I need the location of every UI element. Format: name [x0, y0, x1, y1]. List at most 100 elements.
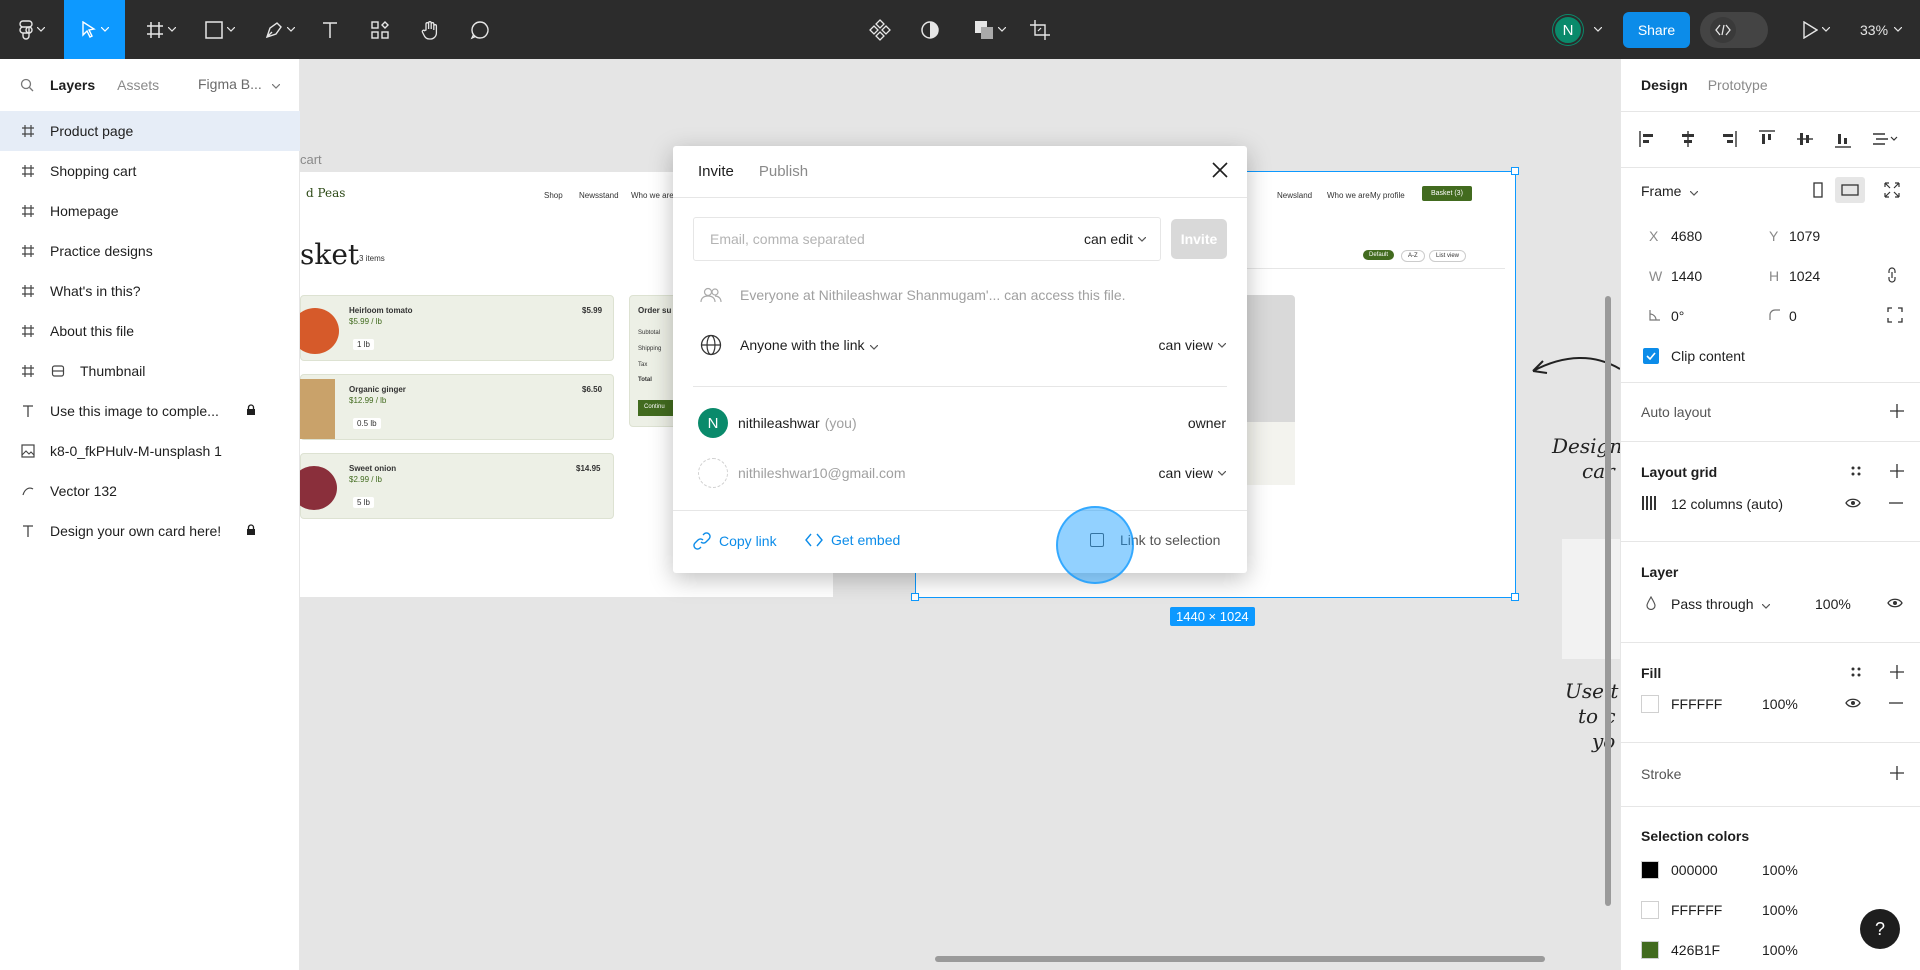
color-hex[interactable]: 000000 — [1671, 862, 1718, 878]
share-button[interactable]: Share — [1623, 12, 1690, 48]
invite-button[interactable]: Invite — [1171, 219, 1227, 259]
frame-type-select[interactable]: Frame — [1641, 183, 1699, 199]
text-tool-button[interactable] — [316, 0, 344, 59]
clip-content-checkbox[interactable] — [1643, 348, 1659, 364]
close-icon[interactable] — [1211, 161, 1229, 183]
link-to-selection-checkbox[interactable] — [1090, 533, 1104, 547]
independent-corners-icon[interactable] — [1887, 306, 1903, 326]
color-swatch[interactable] — [1641, 861, 1659, 879]
frame-tool-button[interactable] — [138, 0, 184, 59]
clip-content-row[interactable]: Clip content — [1621, 341, 1920, 371]
crop-button[interactable] — [1026, 0, 1054, 59]
layer-thumbnail[interactable]: Thumbnail — [0, 351, 300, 391]
portrait-icon[interactable] — [1807, 179, 1829, 201]
width-input[interactable]: 1440 — [1671, 268, 1702, 284]
landscape-icon[interactable] — [1835, 177, 1865, 203]
align-left-icon[interactable] — [1639, 131, 1657, 147]
distribute-icon[interactable] — [1873, 131, 1899, 147]
color-opacity[interactable]: 100% — [1762, 902, 1798, 918]
tab-assets[interactable]: Assets — [117, 77, 159, 93]
page-selector[interactable]: Figma B... — [198, 76, 281, 92]
resize-handle[interactable] — [911, 593, 919, 601]
lock-icon[interactable] — [246, 403, 256, 419]
layout-grid-row[interactable]: 12 columns (auto) — [1621, 489, 1920, 519]
lock-icon[interactable] — [246, 523, 256, 539]
link-permission-select[interactable]: can view — [1159, 337, 1226, 353]
pen-tool-button[interactable] — [257, 0, 303, 59]
mask-button[interactable] — [916, 0, 944, 59]
canvas-card-image[interactable] — [1562, 539, 1620, 659]
present-button[interactable] — [1796, 0, 1836, 59]
color-hex[interactable]: FFFFFF — [1671, 902, 1722, 918]
align-top-icon[interactable] — [1759, 130, 1775, 148]
add-stroke-icon[interactable] — [1887, 763, 1907, 783]
horizontal-scrollbar[interactable] — [935, 956, 1545, 962]
current-user-avatar[interactable]: N — [1553, 15, 1583, 45]
color-swatch[interactable] — [1641, 901, 1659, 919]
selection-color-row[interactable]: 000000 100% — [1621, 855, 1920, 885]
fill-styles-icon[interactable] — [1846, 662, 1866, 682]
boolean-ops-button[interactable] — [968, 0, 1012, 59]
resize-to-fit-icon[interactable] — [1881, 179, 1903, 201]
layer-unsplash-image[interactable]: k8-0_fkPHulv-M-unsplash 1 — [0, 431, 300, 471]
resize-handle[interactable] — [1511, 167, 1519, 175]
dev-mode-toggle[interactable] — [1700, 12, 1768, 48]
constrain-proportions-icon[interactable] — [1887, 266, 1897, 286]
user-permission-select[interactable]: can view — [1159, 465, 1226, 481]
layer-whats-in-this[interactable]: What's in this? — [0, 271, 300, 311]
align-vertical-center-icon[interactable] — [1797, 130, 1813, 148]
eye-icon[interactable] — [1845, 696, 1861, 712]
corner-radius-input[interactable]: 0 — [1789, 308, 1797, 324]
email-input[interactable] — [695, 219, 1065, 259]
layer-use-this-image[interactable]: Use this image to comple... — [0, 391, 300, 431]
move-tool-button[interactable] — [64, 0, 125, 59]
help-button[interactable]: ? — [1860, 909, 1900, 949]
multiplayer-menu-button[interactable] — [1590, 0, 1606, 59]
layer-product-page[interactable]: Product page — [0, 111, 300, 151]
color-hex[interactable]: 426B1F — [1671, 942, 1720, 958]
eye-icon[interactable] — [1887, 596, 1903, 612]
link-access-select[interactable]: Anyone with the link — [740, 337, 878, 353]
fill-hex-input[interactable]: FFFFFF — [1671, 696, 1722, 712]
add-auto-layout-icon[interactable] — [1887, 401, 1907, 421]
height-input[interactable]: 1024 — [1789, 268, 1820, 284]
blend-mode-select[interactable]: Pass through — [1671, 596, 1771, 612]
invite-permission-select[interactable]: can edit — [1084, 231, 1146, 247]
link-to-selection-toggle[interactable]: Link to selection — [1090, 532, 1220, 548]
add-fill-icon[interactable] — [1887, 662, 1907, 682]
hand-tool-button[interactable] — [416, 0, 444, 59]
resources-tool-button[interactable] — [366, 0, 394, 59]
tab-publish[interactable]: Publish — [759, 163, 808, 180]
color-opacity[interactable]: 100% — [1762, 862, 1798, 878]
color-opacity[interactable]: 100% — [1762, 942, 1798, 958]
tab-prototype[interactable]: Prototype — [1708, 77, 1768, 93]
resize-handle[interactable] — [1511, 593, 1519, 601]
tab-layers[interactable]: Layers — [50, 77, 95, 93]
get-embed-button[interactable]: Get embed — [805, 532, 900, 548]
layer-about-this-file[interactable]: About this file — [0, 311, 300, 351]
frame-title-label[interactable]: cart — [300, 152, 322, 167]
shape-tool-button[interactable] — [197, 0, 243, 59]
align-right-icon[interactable] — [1719, 131, 1737, 147]
layer-practice-designs[interactable]: Practice designs — [0, 231, 300, 271]
comment-tool-button[interactable] — [466, 0, 494, 59]
add-layout-grid-icon[interactable] — [1887, 461, 1907, 481]
remove-fill-icon[interactable] — [1889, 696, 1903, 713]
color-swatch[interactable] — [1641, 941, 1659, 959]
layer-homepage[interactable]: Homepage — [0, 191, 300, 231]
rotation-input[interactable]: 0° — [1671, 308, 1684, 324]
layer-design-your-own-card[interactable]: Design your own card here! — [0, 511, 300, 551]
layer-shopping-cart[interactable]: Shopping cart — [0, 151, 300, 191]
vertical-scrollbar[interactable] — [1605, 296, 1611, 906]
grid-styles-icon[interactable] — [1846, 461, 1866, 481]
main-menu-button[interactable] — [10, 0, 54, 59]
align-bottom-icon[interactable] — [1835, 130, 1851, 148]
copy-link-button[interactable]: Copy link — [693, 532, 777, 550]
tab-design[interactable]: Design — [1641, 77, 1688, 93]
fill-swatch[interactable] — [1641, 695, 1659, 713]
y-input[interactable]: 1079 — [1789, 228, 1820, 244]
eye-icon[interactable] — [1845, 496, 1861, 512]
align-horizontal-center-icon[interactable] — [1679, 131, 1697, 147]
fill-opacity-input[interactable]: 100% — [1762, 696, 1798, 712]
fill-row[interactable]: FFFFFF 100% — [1621, 689, 1920, 719]
